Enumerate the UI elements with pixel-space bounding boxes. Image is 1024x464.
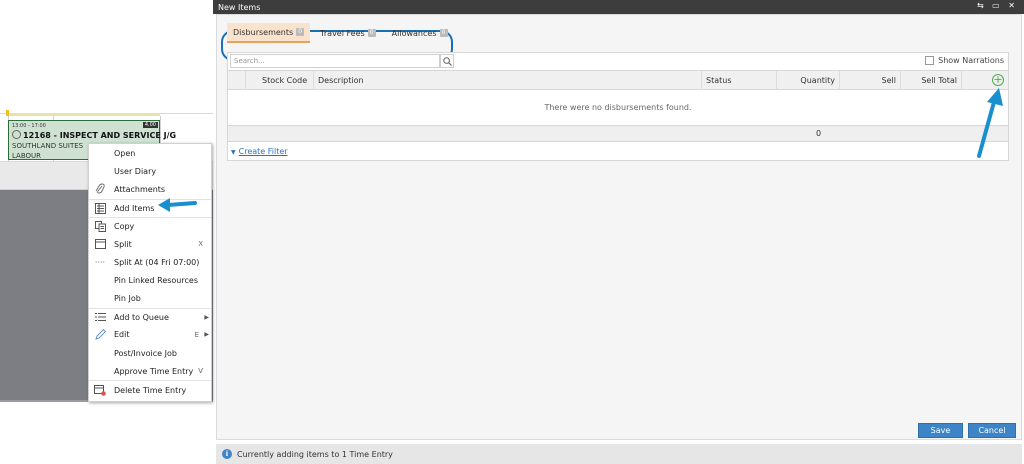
- show-narrations-label: Show Narrations: [938, 56, 1004, 65]
- menu-item-label: Delete Time Entry: [114, 385, 187, 395]
- tab-travel-fees[interactable]: Travel Fees 0: [314, 23, 382, 43]
- menu-item-pin-linked-resources[interactable]: Pin Linked Resources: [89, 271, 211, 289]
- empty-message: There were no disbursements found.: [228, 90, 1008, 125]
- menu-item-label: Copy: [114, 221, 135, 231]
- menu-item-label: Post/Invoice Job: [114, 348, 177, 358]
- tab-count-badge: 0: [439, 29, 448, 37]
- total-quantity: 0: [816, 129, 822, 138]
- tab-label: Travel Fees: [320, 28, 365, 38]
- time-entry-hours-badge: 4.00: [142, 122, 158, 128]
- submenu-arrow-icon: ▶: [204, 331, 209, 339]
- tab-count-badge: 0: [367, 29, 376, 37]
- dialog-title-bar: New Items ⇆ ▭ ✕: [213, 0, 1024, 14]
- column-header-quantity[interactable]: Quantity: [777, 71, 840, 90]
- paperclip-icon: [94, 183, 106, 195]
- search-input[interactable]: Search...: [230, 54, 440, 68]
- window-controls[interactable]: ⇆ ▭ ✕: [977, 1, 1018, 10]
- menu-item-label: User Diary: [114, 166, 157, 176]
- add-item-button[interactable]: +: [992, 74, 1004, 86]
- caret-down-icon: ▼: [231, 149, 236, 156]
- menu-item-pin-job[interactable]: Pin Job: [89, 290, 211, 308]
- pencil-icon: [94, 329, 106, 341]
- status-message: Currently adding items to 1 Time Entry: [237, 449, 393, 459]
- menu-item-label: Edit: [114, 330, 130, 340]
- screen: 13:00 - 17:00 4.00 12168 - INSPECT AND S…: [0, 0, 1024, 464]
- time-entry-time: 13:00 - 17:00: [12, 123, 46, 129]
- annotation-arrow-left: [158, 198, 197, 212]
- dialog-body: Disbursements 0 Travel Fees 0 Allowances…: [216, 14, 1022, 440]
- menu-item-label: Pin Job: [114, 294, 141, 304]
- clock-icon: [12, 130, 21, 139]
- tab-label: Allowances: [391, 28, 437, 38]
- show-narrations-toggle[interactable]: Show Narrations: [925, 56, 1004, 65]
- menu-item-split-at[interactable]: ···· Split At (04 Fri 07:00): [89, 253, 211, 271]
- menu-item-delete-time-entry[interactable]: Delete Time Entry: [89, 380, 211, 398]
- status-bar: i Currently adding items to 1 Time Entry: [216, 444, 1022, 464]
- column-header-sell-total[interactable]: Sell Total: [901, 71, 962, 90]
- submenu-arrow-icon: ▶: [204, 313, 209, 321]
- menu-item-copy[interactable]: Copy: [89, 216, 211, 235]
- context-menu: Open User Diary Attachments Add Items Co…: [88, 143, 212, 402]
- menu-item-user-diary[interactable]: User Diary: [89, 162, 211, 180]
- copy-icon: [94, 220, 106, 232]
- tab-bar: Disbursements 0 Travel Fees 0 Allowances…: [227, 23, 458, 43]
- menu-item-label: Split At (04 Fri 07:00): [114, 257, 200, 267]
- queue-icon: [94, 311, 106, 323]
- cancel-button[interactable]: Cancel: [968, 423, 1016, 438]
- dialog-title: New Items: [218, 2, 261, 12]
- column-header-select: [228, 71, 246, 90]
- menu-item-approve-time-entry[interactable]: Approve Time Entry V: [89, 362, 211, 380]
- search-button[interactable]: [440, 54, 454, 68]
- tab-label: Disbursements: [233, 27, 294, 37]
- split-icon: [94, 238, 106, 250]
- column-header-status[interactable]: Status: [702, 71, 777, 90]
- time-entry-title-text: 12168 - INSPECT AND SERVICE J/G: [23, 131, 177, 140]
- show-narrations-checkbox[interactable]: [925, 56, 935, 65]
- tab-count-badge: 0: [296, 28, 305, 36]
- create-filter-label: Create Filter: [238, 147, 288, 156]
- time-entry-client: SOUTHLAND SUITES: [12, 142, 84, 150]
- menu-item-add-to-queue[interactable]: Add to Queue ▶: [89, 307, 211, 326]
- menu-item-shortcut: X: [198, 240, 203, 249]
- new-items-dialog: New Items ⇆ ▭ ✕ Disbursements 0 Travel F…: [213, 0, 1024, 464]
- grid-footer: 0: [228, 125, 1008, 142]
- menu-item-shortcut: V: [198, 367, 203, 376]
- menu-item-shortcut: E: [194, 330, 199, 339]
- time-entry-type: LABOUR: [12, 152, 42, 160]
- menu-item-post-invoice-job[interactable]: Post/Invoice Job: [89, 344, 211, 362]
- info-icon: i: [222, 449, 232, 459]
- menu-item-open[interactable]: Open: [89, 144, 211, 162]
- menu-item-label: Pin Linked Resources: [114, 275, 198, 285]
- save-button[interactable]: Save: [918, 423, 963, 438]
- disbursements-grid: Search... Show Narrations Stock Code Des…: [227, 52, 1009, 161]
- column-header-stock-code[interactable]: Stock Code: [246, 71, 314, 90]
- menu-item-label: Attachments: [114, 184, 166, 194]
- tab-allowances[interactable]: Allowances 0: [386, 23, 454, 43]
- menu-item-label: Split: [114, 239, 132, 249]
- menu-item-label: Add to Queue: [114, 312, 169, 322]
- menu-item-edit[interactable]: Edit E ▶: [89, 326, 211, 344]
- annotation-arrow-right: [977, 88, 1003, 158]
- menu-item-label: Add Items: [114, 203, 155, 213]
- grid-header: Stock Code Description Status Quantity S…: [228, 70, 1008, 90]
- menu-item-label: Open: [114, 148, 136, 158]
- create-filter-link[interactable]: ▼ Create Filter: [231, 147, 288, 156]
- time-entry-title: 12168 - INSPECT AND SERVICE J/G: [12, 130, 176, 140]
- list-icon: [94, 202, 106, 214]
- menu-item-split[interactable]: Split X: [89, 235, 211, 253]
- menu-item-label: Approve Time Entry: [114, 366, 194, 376]
- column-header-description[interactable]: Description: [314, 71, 702, 90]
- delete-entry-icon: [94, 384, 106, 396]
- search-icon: [442, 56, 452, 66]
- dots-icon: ····: [94, 257, 106, 267]
- tab-disbursements[interactable]: Disbursements 0: [227, 23, 311, 43]
- column-header-sell[interactable]: Sell: [840, 71, 901, 90]
